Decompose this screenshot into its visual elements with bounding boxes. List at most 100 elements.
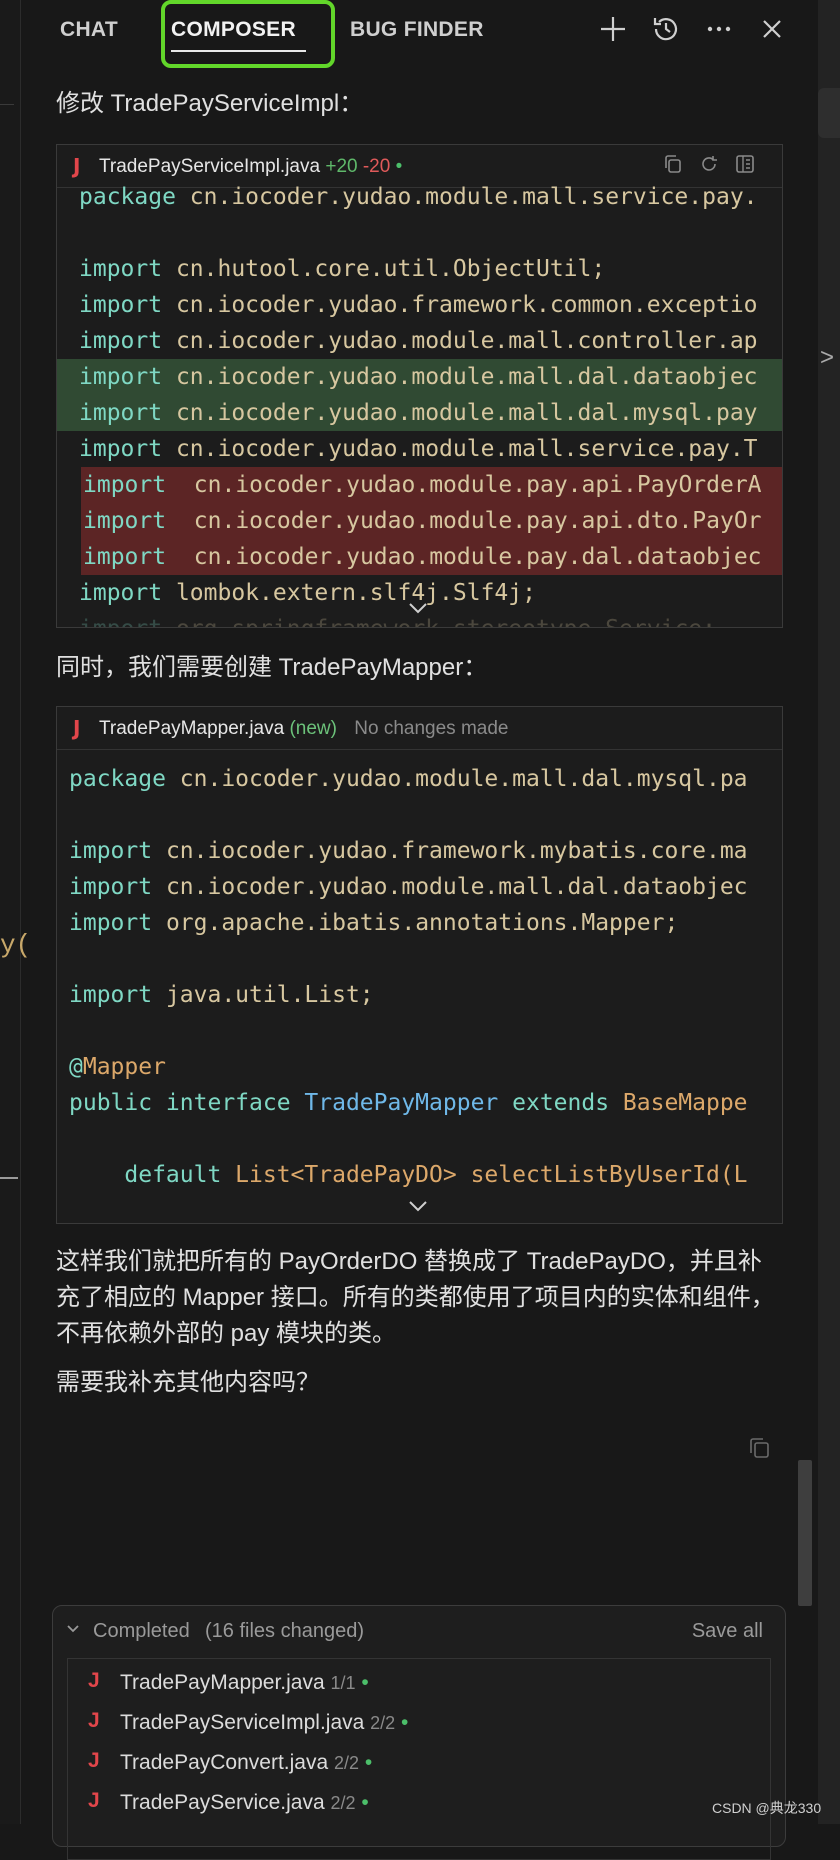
code-type: TradePayMapper [304,1090,499,1116]
expand-chevron-icon[interactable] [407,1197,429,1218]
save-all-button[interactable]: Save all [692,1620,763,1643]
tab-chat[interactable]: CHAT [60,18,118,42]
code-text: cn.iocoder.yudao.module.mall.controller.… [162,328,758,354]
status-dot: • [359,1751,373,1774]
code-text: cn.iocoder.yudao.module.mall.dal.dataobj… [152,874,748,900]
changed-file-item[interactable]: J TradePayConvert.java 2/2 • [68,1743,768,1783]
lines-added: +20 [325,156,358,177]
change-count: 1/1 [330,1673,356,1693]
code-text: cn.iocoder.yudao.module.mall.service.pay… [175,184,758,210]
completed-panel: Completed (16 files changed) Save all JT… [52,1605,786,1860]
code-keyword: import [79,328,163,354]
code-keyword: import [79,292,163,318]
changed-files-list: J TradePayMapper.java 1/1 • J TradePayServi… [67,1658,771,1860]
code-keyword: import [83,544,167,570]
copy-icon[interactable] [661,153,685,177]
code-line: import cn.iocoder.yudao.framework.mybati… [57,833,782,869]
code-keyword: import [79,436,163,462]
completed-header[interactable]: Completed (16 files changed) Save all [53,1606,785,1656]
java-file-icon: J [88,1669,100,1692]
changed-file-item[interactable]: J TradePayService.java 2/2 • [68,1783,768,1823]
more-icon[interactable] [704,14,734,44]
divider [0,104,14,105]
code-text: cn.iocoder.yudao.framework.common.except… [162,292,758,318]
code-keyword: import [79,616,162,627]
code-text: cn.iocoder.yudao.module.pay.api.PayOrder… [166,472,762,498]
removed-line: import cn.iocoder.yudao.module.pay.dal.d… [81,539,782,575]
code-diff-block: J TradePayServiceImpl.java +20 -20 • pac… [56,144,783,628]
code-text: cn.iocoder.yudao.framework.mybatis.core.… [152,838,748,864]
watermark: CSDN @典龙330 [712,1800,822,1816]
status-dot: • [395,1711,409,1734]
code-type: BaseMappe [622,1090,748,1116]
code-line: import cn.hutool.core.util.ObjectUtil; [57,251,782,287]
plus-icon[interactable] [598,14,628,44]
panel-header: CHAT COMPOSER BUG FINDER [20,0,818,68]
history-icon[interactable] [651,14,681,44]
chevron-down-icon[interactable] [65,1620,81,1643]
changed-file-name: TradePayServiceImpl.java 2/2 • [120,1711,409,1734]
java-file-icon: J [88,1749,100,1772]
expand-chevron-icon[interactable] [407,599,429,620]
code-text: List<TradePayDO> selectListByUserId( [235,1162,734,1188]
code-keyword: import [79,400,163,426]
code-keyword: import [83,508,167,534]
active-tab-underline [171,50,306,52]
message-text: 同时，我们需要创建 TradePayMapper： [56,654,488,681]
lines-removed: -20 [362,156,391,177]
change-count: 2/2 [330,1793,356,1813]
status-dot: • [395,156,403,177]
new-tag: (new) [289,718,337,739]
copy-message-icon[interactable] [746,1434,774,1467]
question-text: 需要我补充其他内容吗？ [56,1369,320,1396]
code-text: cn.iocoder.yudao.module.pay.dal.dataobje… [166,544,762,570]
code-keyword: import [69,982,153,1008]
code-keyword: package [79,184,176,210]
code-keyword: extends [498,1090,623,1116]
code-text: java.util.List; [152,982,374,1008]
changed-file-name: TradePayMapper.java 1/1 • [120,1671,369,1694]
java-file-icon: J [73,154,81,178]
file-name[interactable]: TradePayMapper.java (new) No changes mad… [99,718,508,740]
code-text: cn.hutool.core.util.ObjectUtil; [162,256,606,282]
code-line: import cn.iocoder.yudao.module.mall.dal.… [57,869,782,905]
status-text: No changes made [354,718,509,739]
changed-file-item[interactable]: J TradePayServiceImpl.java 2/2 • [68,1703,768,1743]
change-count: 2/2 [370,1713,396,1733]
code-keyword: import [69,838,153,864]
panel-edge [818,88,840,138]
changed-file-name: TradePayConvert.java 2/2 • [120,1751,373,1774]
code-line: default List<TradePayDO> selectListByUse… [57,1157,782,1193]
code-keyword: import [79,580,163,606]
code-block: J TradePayMapper.java (new) No changes m… [56,706,783,1224]
open-file-icon[interactable] [733,153,757,177]
removed-line: import cn.iocoder.yudao.module.pay.api.P… [81,467,782,503]
file-name[interactable]: TradePayServiceImpl.java +20 -20 • [99,156,402,178]
status-dot: • [355,1671,369,1694]
java-file-icon: J [88,1789,100,1812]
code-line: import java.util.List; [57,977,782,1013]
tab-bug-finder[interactable]: BUG FINDER [350,18,484,42]
code-line: import org.apache.ibatis.annotations.Map… [57,905,782,941]
tab-composer[interactable]: COMPOSER [171,18,296,42]
scrollbar[interactable] [798,1460,812,1606]
code-text: org.springframework.stereotype.Service; [162,616,716,627]
code-lines: package cn.iocoder.yudao.module.mall.dal… [57,761,782,1193]
reapply-icon[interactable] [697,153,721,177]
java-file-icon: J [73,716,81,740]
removed-line: import cn.iocoder.yudao.module.pay.api.d… [81,503,782,539]
code-line: import cn.iocoder.yudao.framework.common… [57,287,782,323]
code-block-header: J TradePayMapper.java (new) No changes m… [57,707,782,750]
code-keyword: import [79,256,163,282]
status-dot: • [355,1791,369,1814]
code-line: public interface TradePayMapper extends … [57,1085,782,1121]
close-icon[interactable] [757,14,787,44]
files-changed-count: (16 files changed) [205,1620,364,1642]
code-text: cn.iocoder.yudao.module.mall.service.pay… [162,436,758,462]
code-lines: package cn.iocoder.yudao.module.mall.ser… [57,179,782,627]
right-editor-strip: > [818,0,840,1824]
changed-file-item[interactable]: J TradePayMapper.java 1/1 • [68,1663,768,1703]
